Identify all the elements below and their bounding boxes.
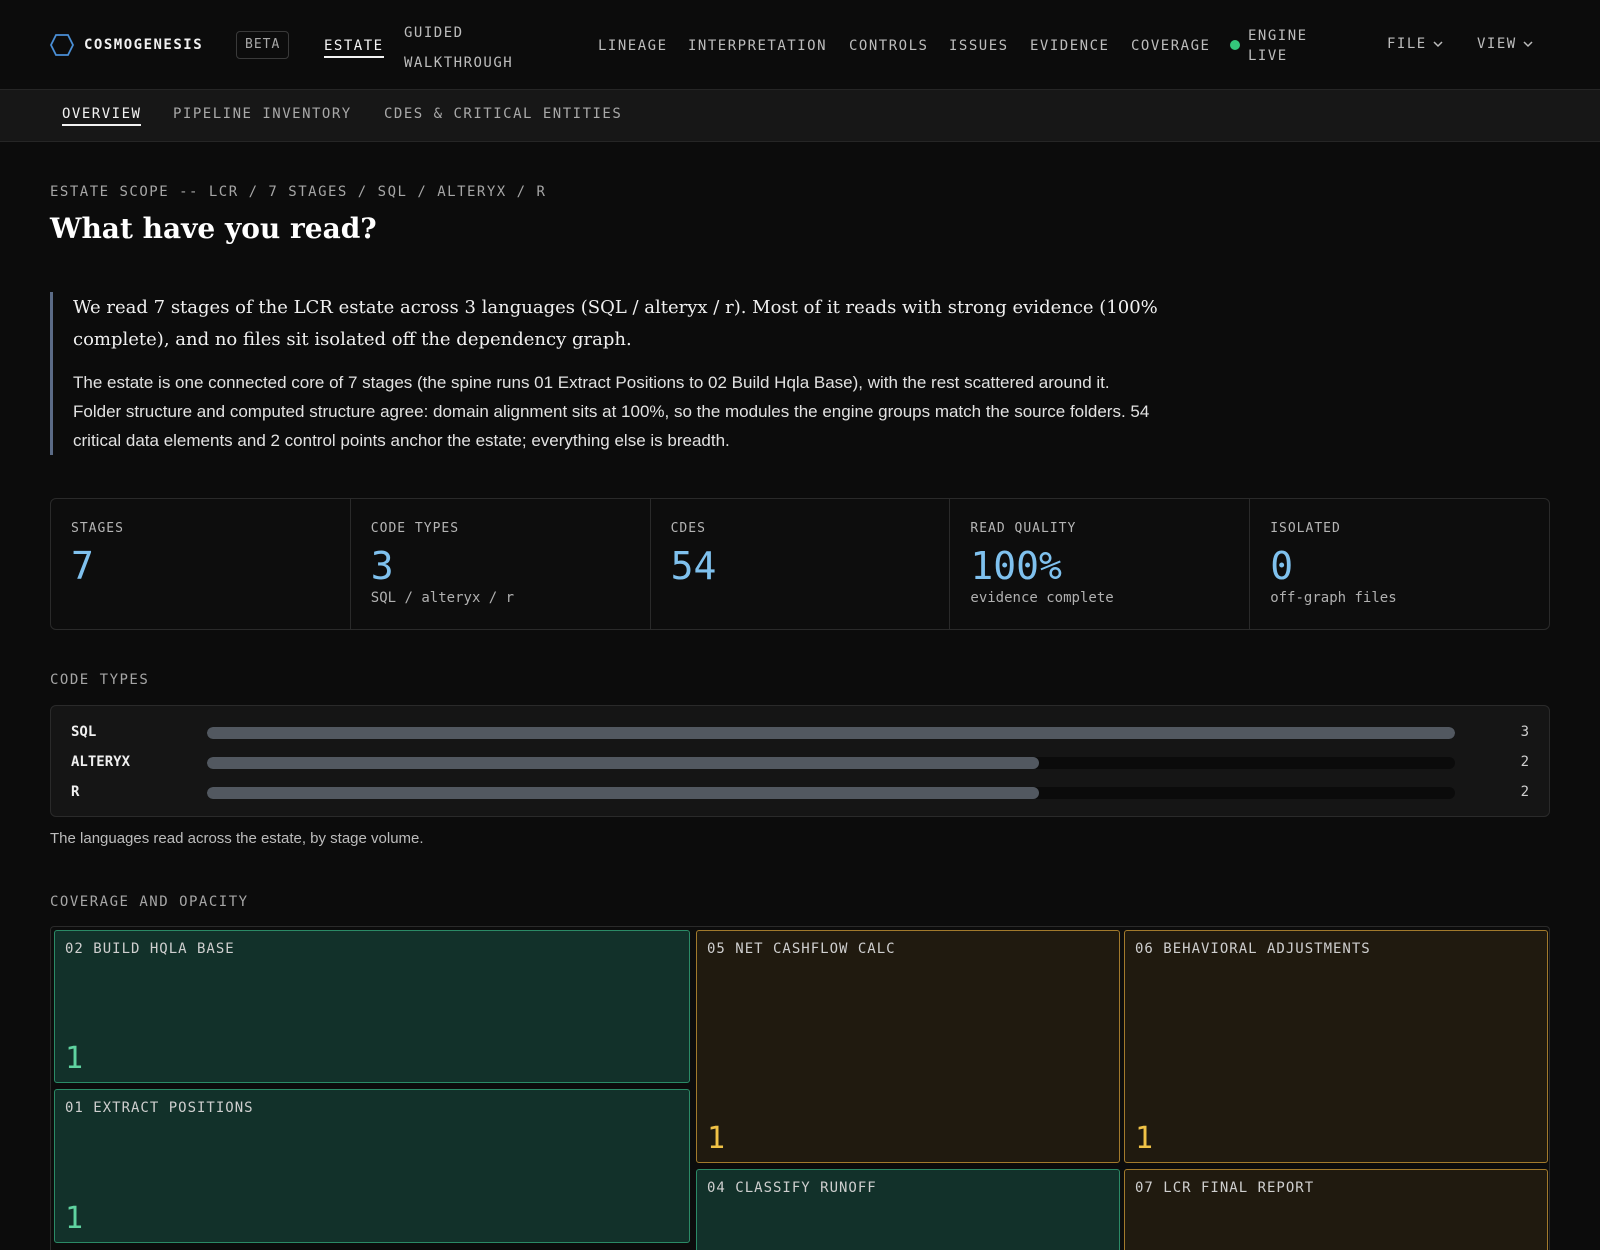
nav-issues[interactable]: ISSUES	[949, 38, 1009, 54]
coverage-tile-title: 05 NET CASHFLOW CALC	[707, 941, 896, 957]
tab-cdes-critical-entities[interactable]: CDES & CRITICAL ENTITIES	[384, 106, 622, 122]
stat-code-types: CODE TYPES 3 SQL / alteryx / r	[351, 499, 651, 629]
code-type-bar	[207, 757, 1039, 769]
stat-label: CODE TYPES	[370, 521, 460, 536]
code-type-bar-track	[207, 727, 1455, 739]
stat-sub: off-graph files	[1270, 590, 1397, 606]
nav-controls[interactable]: CONTROLS	[849, 38, 928, 54]
coverage-tile-title: 06 BEHAVIORAL ADJUSTMENTS	[1135, 941, 1371, 957]
coverage-tile[interactable]: 06 BEHAVIORAL ADJUSTMENTS 1	[1124, 930, 1548, 1163]
beta-badge: BETA	[236, 31, 290, 59]
stat-read-quality: READ QUALITY 100% evidence complete	[950, 499, 1251, 629]
coverage-tile-title: 07 LCR FINAL REPORT	[1135, 1180, 1315, 1196]
stat-label: STAGES	[71, 521, 124, 536]
code-type-bar	[207, 727, 1455, 739]
code-type-name: ALTERYX	[71, 754, 131, 770]
chevron-down-icon	[1523, 36, 1533, 52]
code-type-bar	[207, 787, 1039, 799]
summary-body: The estate is one connected core of 7 st…	[73, 373, 1150, 450]
code-type-count: 2	[1520, 754, 1529, 770]
code-type-name: SQL	[71, 724, 97, 740]
nav-estate[interactable]: ESTATE	[324, 38, 384, 58]
summary-block: We read 7 stages of the LCR estate acros…	[50, 292, 1160, 455]
nav-coverage[interactable]: COVERAGE	[1131, 38, 1210, 54]
code-type-row: R 2	[71, 780, 1529, 810]
status-dot-icon	[1230, 40, 1240, 50]
stat-value: 54	[670, 544, 717, 588]
coverage-tile-count: 1	[65, 1041, 84, 1076]
coverage-tile-count: 1	[707, 1121, 726, 1156]
summary-lead: We read 7 stages of the LCR estate acros…	[73, 297, 1158, 350]
nav-lineage[interactable]: LINEAGE	[598, 38, 668, 54]
coverage-tile-title: 02 BUILD HQLA BASE	[65, 941, 235, 957]
code-type-name: R	[71, 784, 80, 800]
coverage-tile[interactable]: 07 LCR FINAL REPORT	[1124, 1169, 1548, 1250]
file-menu[interactable]: FILE	[1387, 36, 1443, 52]
stat-value: 7	[71, 544, 94, 588]
coverage-tile-title: 04 CLASSIFY RUNOFF	[707, 1180, 877, 1196]
hexagon-logo-icon	[50, 34, 74, 56]
coverage-tile-count: 1	[1135, 1121, 1154, 1156]
stat-isolated: ISOLATED 0 off-graph files	[1250, 499, 1549, 629]
code-type-count: 2	[1520, 784, 1529, 800]
stat-label: CDES	[670, 521, 706, 536]
tab-pipeline-inventory[interactable]: PIPELINE INVENTORY	[173, 106, 352, 122]
stat-cdes: CDES 54	[651, 499, 951, 629]
stat-sub: evidence complete	[970, 590, 1114, 606]
coverage-tile[interactable]: 05 NET CASHFLOW CALC 1	[696, 930, 1120, 1163]
chevron-down-icon	[1433, 36, 1443, 52]
engine-status-label: ENGINE LIVE	[1248, 28, 1308, 64]
coverage-tile[interactable]: 01 EXTRACT POSITIONS 1	[54, 1089, 690, 1243]
stat-sub: SQL / alteryx / r	[370, 590, 515, 606]
page-title: What have you read?	[50, 212, 377, 245]
coverage-heading: COVERAGE AND OPACITY	[50, 894, 249, 910]
engine-status: ENGINE LIVE	[1230, 26, 1328, 66]
top-navigation: COSMOGENESIS BETA ESTATE GUIDED WALKTHRO…	[0, 0, 1600, 90]
stat-stages: STAGES 7	[51, 499, 351, 629]
coverage-treemap: 02 BUILD HQLA BASE 1 01 EXTRACT POSITION…	[50, 926, 1550, 1250]
view-menu[interactable]: VIEW	[1477, 36, 1533, 52]
coverage-tile[interactable]: 04 CLASSIFY RUNOFF	[696, 1169, 1120, 1250]
code-type-row: ALTERYX 2	[71, 750, 1529, 780]
tab-overview[interactable]: OVERVIEW	[62, 106, 142, 126]
code-type-bar-track	[207, 787, 1455, 799]
sub-navigation: OVERVIEW PIPELINE INVENTORY CDES & CRITI…	[0, 90, 1600, 142]
stat-label: READ QUALITY	[970, 521, 1077, 536]
code-type-row: SQL 3	[71, 720, 1529, 750]
stats-panel: STAGES 7 CODE TYPES 3 SQL / alteryx / r …	[50, 498, 1550, 630]
coverage-tile[interactable]: 02 BUILD HQLA BASE 1	[54, 930, 690, 1083]
estate-scope-breadcrumb: ESTATE SCOPE -- LCR / 7 STAGES / SQL / A…	[50, 184, 547, 200]
stat-value: 100%	[970, 544, 1062, 588]
nav-evidence[interactable]: EVIDENCE	[1030, 38, 1109, 54]
stat-value: 0	[1270, 544, 1294, 588]
code-types-caption: The languages read across the estate, by…	[50, 830, 424, 847]
brand[interactable]: COSMOGENESIS	[50, 34, 203, 56]
coverage-tile-title: 01 EXTRACT POSITIONS	[65, 1100, 254, 1116]
code-type-count: 3	[1520, 724, 1529, 740]
stat-label: ISOLATED	[1270, 521, 1341, 536]
brand-name: COSMOGENESIS	[84, 37, 204, 53]
file-menu-label: FILE	[1387, 36, 1427, 52]
code-types-heading: CODE TYPES	[50, 672, 150, 688]
code-types-chart: SQL 3 ALTERYX 2 R 2	[50, 705, 1550, 817]
nav-interpretation[interactable]: INTERPRETATION	[688, 38, 827, 54]
coverage-tile-count: 1	[65, 1201, 84, 1236]
code-type-bar-track	[207, 757, 1455, 769]
stat-value: 3	[370, 544, 394, 588]
nav-guided-walkthrough[interactable]: GUIDED WALKTHROUGH	[404, 18, 524, 78]
view-menu-label: VIEW	[1477, 36, 1517, 52]
